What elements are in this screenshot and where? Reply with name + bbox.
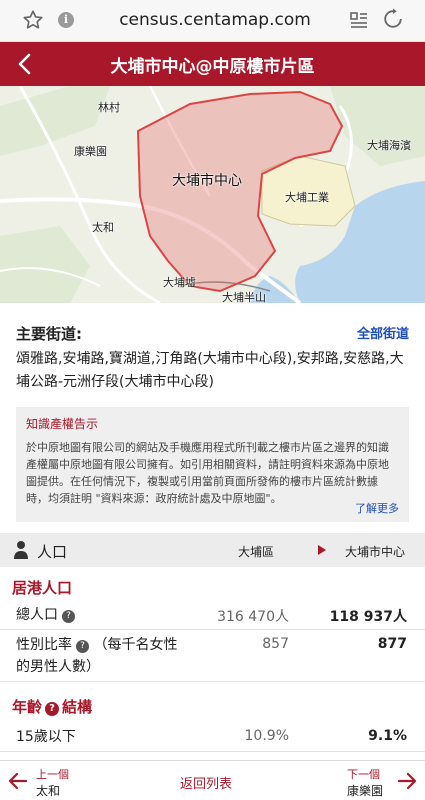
prev-name[interactable]: 太和 [36, 782, 60, 799]
help-icon[interactable]: ? [45, 702, 60, 716]
play-triangle-icon [318, 545, 326, 555]
next-kicker[interactable]: 下一個 [347, 766, 380, 782]
chevron-left-icon[interactable] [14, 52, 38, 76]
streets-title: 主要街道: [16, 325, 82, 343]
page-title: 大埔市中心@中原樓市片區 [110, 57, 315, 77]
map-label-industrial: 大埔工業 [285, 191, 329, 204]
section-structure-word: 結構 [62, 698, 93, 716]
table-row: 性別比率? （每千名女性的男性人數） 857 877 [0, 630, 425, 682]
column-district: 大埔區 [238, 545, 275, 559]
all-streets-link[interactable]: 全部街道 [357, 323, 409, 342]
section-age-structure: 年齡? 結構 [12, 696, 92, 717]
info-icon[interactable]: i [58, 12, 74, 28]
district-map[interactable]: 林村 康樂園 太和 大埔市中心 大埔工業 大埔海濱 大埔墟 大埔半山 [0, 86, 425, 303]
notice-title: 知識產權告示 [26, 417, 99, 431]
reload-icon[interactable] [382, 8, 404, 30]
help-icon[interactable]: ? [62, 610, 75, 623]
address-bar[interactable]: census.centamap.com [110, 10, 320, 30]
person-icon [14, 541, 28, 559]
streets-list: 頌雅路,安埔路,寶湖道,汀角路(大埔市中心段),安邦路,安慈路,大埔公路-元洲仔… [16, 351, 404, 390]
back-to-list-button[interactable]: 返回列表 [180, 773, 232, 792]
map-label-hong-lok-yuen: 康樂園 [74, 145, 107, 158]
table-row: 15歲以下 10.9% 9.1% [0, 722, 425, 752]
ip-notice: 知識產權告示 於中原地圖有限公司的網站及手機應用程式所刊載之樓市片區之邊界的知識… [16, 407, 409, 522]
table-header: 人口 大埔區 大埔市中心 [0, 533, 425, 567]
value-area: 9.1% [368, 728, 407, 744]
browser-bar: i census.centamap.com [0, 0, 425, 42]
reader-mode-icon[interactable] [349, 10, 369, 30]
bottom-navigation: 上一個 太和 返回列表 下一個 康樂園 [0, 760, 425, 800]
star-icon[interactable] [22, 9, 44, 31]
next-name[interactable]: 康樂園 [347, 782, 383, 799]
value-district: 10.9% [244, 728, 289, 744]
value-district: 857 [262, 636, 289, 652]
map-graphic [0, 86, 425, 303]
map-label-tai-po-hoi: 大埔海濱 [367, 139, 411, 152]
row-label: 15歲以下 [16, 729, 76, 745]
arrow-left-icon[interactable] [8, 771, 28, 791]
section-resident-population: 居港人口 [12, 579, 73, 597]
notice-body: 於中原地圖有限公司的網站及手機應用程式所刊載之樓市片區之邊界的知識產權屬中原地圖… [26, 441, 389, 505]
value-district: 316 470人 [217, 609, 289, 625]
map-label-tai-wo: 太和 [92, 221, 114, 234]
map-label-centre: 大埔市中心 [172, 173, 242, 189]
column-area: 大埔市中心 [345, 545, 406, 559]
value-area: 877 [377, 636, 407, 652]
map-label-tai-po-bun-shan: 大埔半山 [222, 291, 266, 303]
map-label-lam-tsuen: 林村 [98, 101, 120, 114]
page-header: 大埔市中心@中原樓市片區 [0, 42, 425, 86]
value-area: 118 937人 [329, 609, 407, 625]
row-label-text: 總人口 [16, 607, 58, 623]
map-label-tai-po-kau: 大埔墟 [163, 276, 196, 289]
prev-kicker[interactable]: 上一個 [36, 766, 69, 782]
row-label: 總人口? [16, 604, 75, 626]
arrow-right-icon[interactable] [397, 771, 417, 791]
table-title: 人口 [37, 543, 68, 561]
learn-more-link[interactable]: 了解更多 [355, 500, 399, 516]
table-row: 總人口? 316 470人 118 937人 [0, 600, 425, 630]
row-label: 性別比率? （每千名女性的男性人數） [16, 634, 186, 678]
help-icon[interactable]: ? [76, 640, 89, 653]
section-age-word: 年齡 [12, 698, 43, 716]
row-label-text: 性別比率 [16, 637, 72, 653]
